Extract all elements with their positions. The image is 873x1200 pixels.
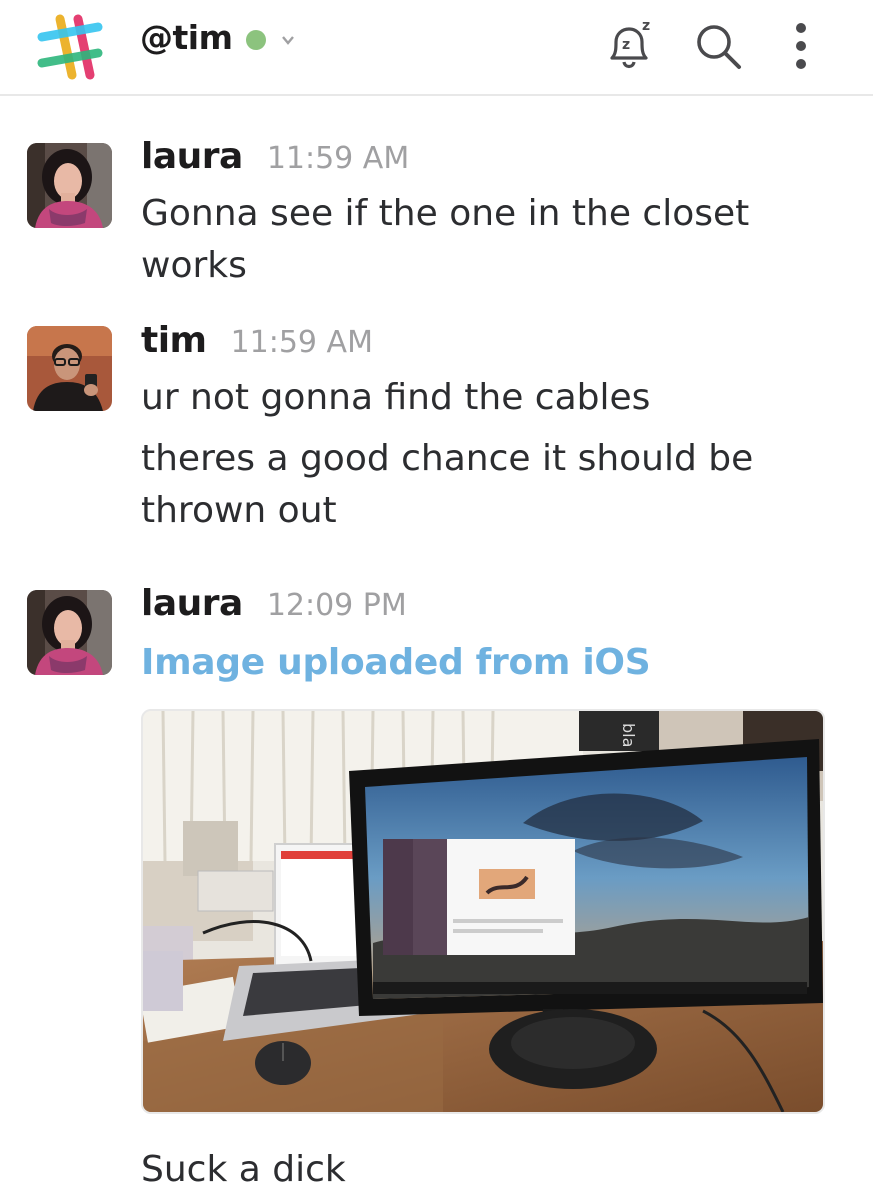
more-vertical-icon[interactable]	[788, 22, 814, 70]
message-timestamp[interactable]: 12:09 PM	[267, 588, 407, 623]
message-meta: tim 11:59 AM	[141, 320, 373, 361]
message-meta: laura 12:09 PM	[141, 583, 407, 624]
avatar[interactable]	[27, 590, 112, 675]
presence-dot-icon	[246, 29, 267, 50]
message-text: Gonna see if the one in the closet works	[141, 193, 750, 286]
bell-snooze-icon[interactable]: z z	[600, 16, 658, 76]
svg-text:z: z	[642, 18, 650, 34]
message-timestamp[interactable]: 11:59 AM	[267, 141, 409, 176]
slack-logo-icon[interactable]	[36, 13, 104, 81]
attachment-title-link[interactable]: Image uploaded from iOS	[141, 642, 651, 683]
channel-switcher[interactable]: @tim	[140, 18, 296, 57]
search-icon[interactable]	[694, 22, 744, 72]
uploaded-image[interactable]: bla	[141, 709, 825, 1114]
channel-name: @tim	[140, 18, 233, 57]
avatar[interactable]	[27, 143, 112, 228]
svg-text:z: z	[622, 37, 630, 53]
message-text: theres a good chance it should be thrown…	[141, 438, 754, 531]
message-author[interactable]: tim	[141, 320, 207, 361]
poster-visible-text: bla	[619, 723, 638, 747]
top-bar: @tim z z	[0, 0, 873, 96]
chevron-down-icon[interactable]	[280, 34, 296, 46]
message-author[interactable]: laura	[141, 136, 243, 177]
message-meta: laura 11:59 AM	[141, 136, 409, 177]
message-author[interactable]: laura	[141, 583, 243, 624]
message-text: ur not gonna find the cables	[141, 377, 651, 418]
message-text: Suck a dick	[141, 1149, 346, 1190]
avatar[interactable]	[27, 326, 112, 411]
message-timestamp[interactable]: 11:59 AM	[231, 325, 373, 360]
